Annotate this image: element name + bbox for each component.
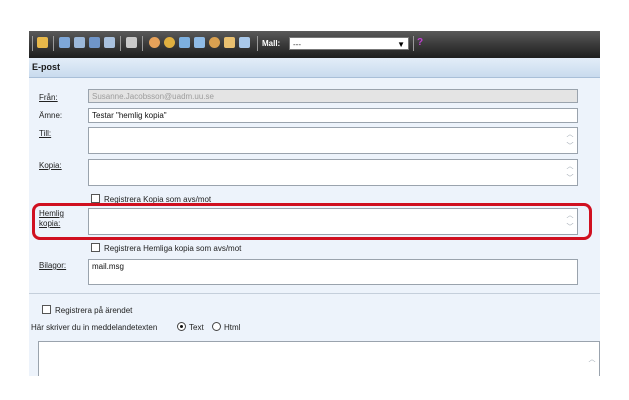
attachments-field[interactable]: mail.msg [88,259,578,285]
message-instruction-label: Här skriver du in meddelandetexten [31,323,158,332]
toolbar-separator [53,36,54,51]
toolbar-separator [413,36,414,51]
register-case-checkbox[interactable] [42,305,51,314]
format-html-radio[interactable] [212,322,221,331]
section-title: E-post [32,62,60,72]
attachments-label[interactable]: Bilagor: [39,261,66,270]
cc-register-checkbox[interactable] [91,194,100,203]
section-divider [29,293,600,294]
bcc-register-checkbox[interactable] [91,243,100,252]
scroll-up-icon[interactable]: ︿ [566,163,574,170]
subject-label: Ämne: [39,111,63,120]
toolbar-separator [32,36,33,51]
document-icon[interactable] [104,37,115,48]
key-icon[interactable] [126,37,137,48]
mail-icon[interactable] [89,37,100,48]
bcc-highlight-annotation [32,203,592,240]
chevron-down-icon: ▼ [397,40,405,49]
from-field: Susanne.Jacobsson@uadm.uu.se [88,89,578,103]
scroll-down-icon[interactable]: ﹀ [566,143,574,150]
message-body-field[interactable]: ︿ [38,341,600,376]
mall-select[interactable]: --- ▼ [289,37,409,50]
format-html-label: Html [224,323,241,332]
subject-field[interactable]: Testar "hemlig kopia" [88,108,578,123]
cc-field[interactable]: ︿ ﹀ [88,159,578,186]
group-icon[interactable] [224,37,235,48]
people-icon[interactable] [209,37,220,48]
to-field[interactable]: ︿ ﹀ [88,127,578,154]
toolbar: Mall: --- ▼ ? [29,31,600,58]
address-book-icon[interactable] [239,37,250,48]
bcc-register-label: Registrera Hemliga kopia som avs/mot [104,244,242,253]
person-icon[interactable] [149,37,160,48]
scroll-up-icon[interactable]: ︿ [566,131,574,138]
card-icon[interactable] [179,37,190,48]
help-icon[interactable]: ? [417,37,423,48]
print-icon[interactable] [74,37,85,48]
toolbar-separator [142,36,143,51]
card2-icon[interactable] [194,37,205,48]
format-text-radio[interactable] [177,322,186,331]
mall-label: Mall: [262,39,281,48]
format-text-label: Text [189,323,204,332]
register-case-label: Registrera på ärendet [55,306,133,315]
toolbar-separator [120,36,121,51]
scroll-up-icon[interactable]: ︿ [588,356,596,363]
cc-label[interactable]: Kopia: [39,161,62,170]
folder-icon[interactable] [37,37,48,48]
section-header: E-post [29,58,600,78]
save-icon[interactable] [59,37,70,48]
from-label[interactable]: Från: [39,93,58,102]
toolbar-separator [257,36,258,51]
to-label[interactable]: Till: [39,129,51,138]
user-icon[interactable] [164,37,175,48]
mall-select-value: --- [293,40,301,49]
scroll-down-icon[interactable]: ﹀ [566,175,574,182]
